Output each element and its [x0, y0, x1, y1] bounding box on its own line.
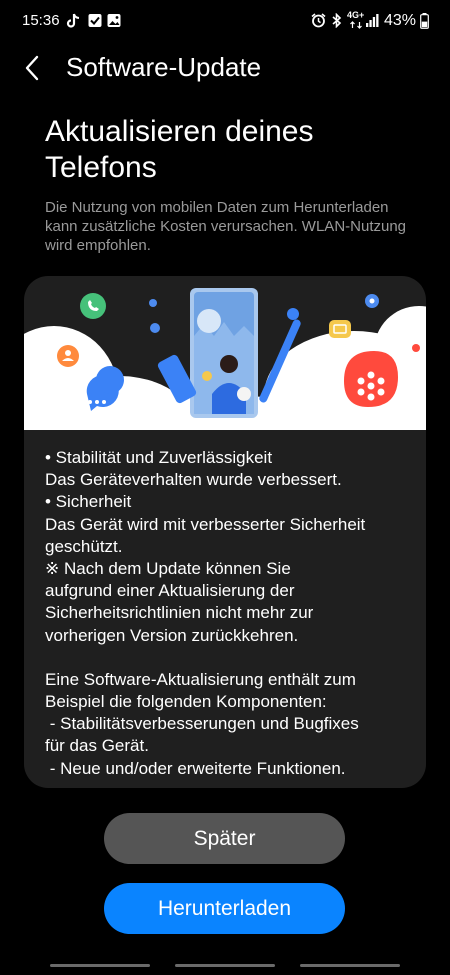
signal-icon — [366, 14, 379, 27]
release-note-line: aufgrund einer Aktualisierung der — [45, 581, 295, 601]
release-note-line: Eine Software-Aktualisierung enthält zum — [45, 669, 356, 689]
release-note-line: für das Gerät. — [45, 736, 149, 756]
release-note-line: - Neue und/oder erweiterte Funktionen. — [45, 758, 346, 778]
release-notes: • Stabilität und Zuverlässigkeit Das Ger… — [45, 447, 413, 780]
back-button[interactable] — [18, 50, 50, 86]
update-illustration — [24, 288, 426, 430]
page-title-line-2: Telefons — [45, 151, 157, 184]
checkbox-icon — [88, 14, 102, 27]
battery-percentage: 43% — [384, 12, 417, 29]
download-button[interactable]: Herunterladen — [104, 883, 345, 934]
data-arrows-icon — [350, 21, 362, 29]
nav-recents-button[interactable] — [50, 964, 150, 967]
alarm-icon — [311, 13, 326, 28]
release-note-line: ※ Nach dem Update können Sie — [45, 559, 291, 579]
network-4g-icon: 4G+ — [347, 10, 365, 20]
battery-icon — [420, 13, 429, 29]
mobile-data-notice: Die Nutzung von mobilen Daten zum Herunt… — [45, 199, 407, 254]
nav-back-button[interactable] — [300, 964, 400, 967]
status-bar: 15:36 4G+ 43% — [0, 0, 450, 42]
release-note-line: • Sicherheit — [45, 492, 132, 512]
later-button[interactable]: Später — [104, 813, 345, 864]
update-info-card[interactable]: • Stabilität und Zuverlässigkeit Das Ger… — [24, 276, 426, 788]
tiktok-icon — [66, 13, 80, 28]
bluetooth-icon — [332, 13, 342, 28]
release-note-line: vorherigen Version zurückkehren. — [45, 625, 299, 645]
release-note-line: - Stabilitätsverbesserungen und Bugfixes — [45, 714, 359, 734]
page-title-line-1: Aktualisieren deines — [45, 115, 314, 148]
release-note-line: Das Geräteverhalten wurde verbessert. — [45, 470, 342, 490]
release-note-line: Sicherheitsrichtlinien nicht mehr zur — [45, 603, 314, 623]
chevron-left-icon — [25, 55, 39, 81]
release-note-line: • Stabilität und Zuverlässigkeit — [45, 448, 273, 467]
status-time: 15:36 — [22, 12, 60, 29]
app-title: Software-Update — [66, 52, 262, 82]
page-title: Aktualisieren deines Telefons — [45, 114, 425, 186]
nav-home-button[interactable] — [175, 964, 275, 967]
release-note-line: geschützt. — [45, 536, 123, 556]
navigation-bar — [0, 962, 450, 975]
gallery-icon — [107, 14, 121, 27]
release-note-line: Das Gerät wird mit verbesserter Sicherhe… — [45, 514, 366, 534]
release-note-line: Beispiel die folgenden Komponenten: — [45, 692, 327, 712]
app-bar: Software-Update — [0, 42, 450, 98]
